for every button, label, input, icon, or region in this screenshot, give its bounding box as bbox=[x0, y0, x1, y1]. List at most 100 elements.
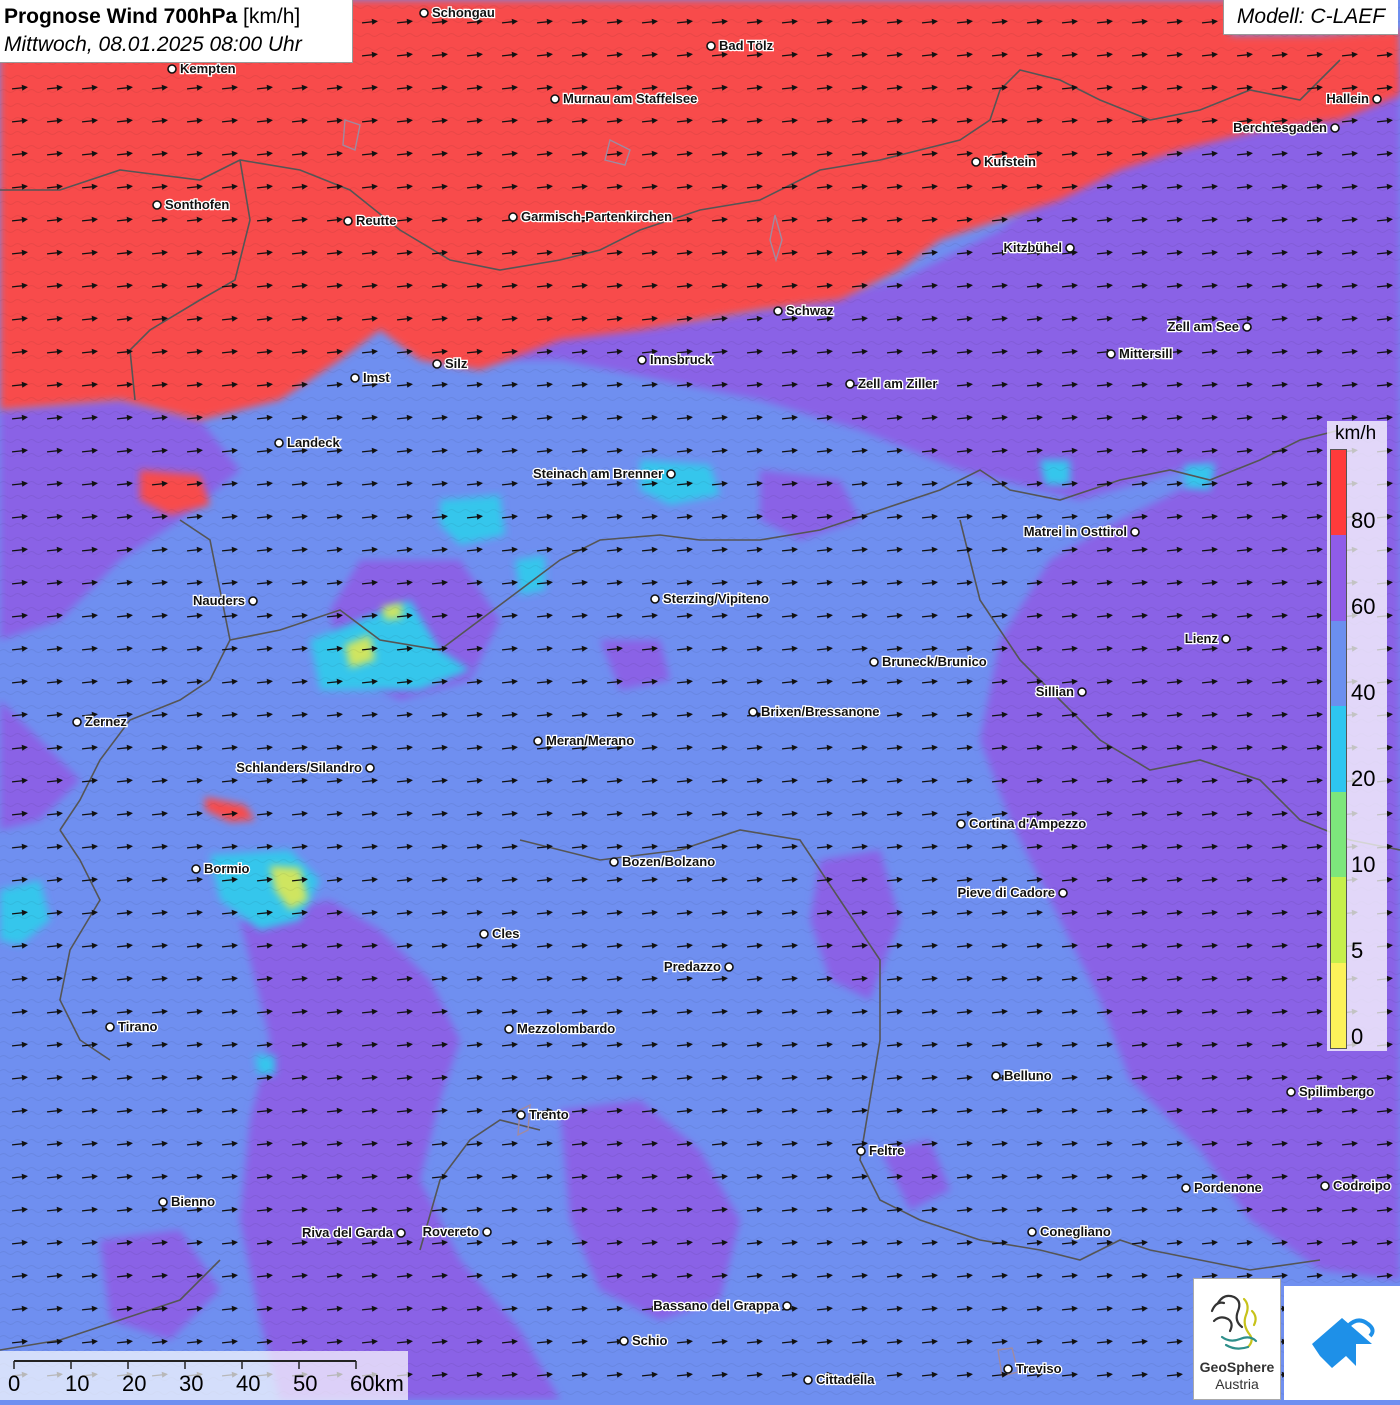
city-dot-icon bbox=[782, 1301, 792, 1311]
city-dot-icon bbox=[274, 438, 284, 448]
city-dot-icon bbox=[508, 212, 518, 222]
city-dot-icon bbox=[1065, 243, 1075, 253]
city-marker: Garmisch-Partenkirchen bbox=[508, 208, 673, 225]
city-marker: Cortina d'Ampezzo bbox=[956, 815, 1088, 832]
city-dot-icon bbox=[1320, 1181, 1330, 1191]
city-dot-icon bbox=[479, 929, 489, 939]
city-marker: Zell am Ziller bbox=[845, 375, 939, 392]
city-label: Tirano bbox=[118, 1019, 158, 1034]
city-marker: Murnau am Staffelsee bbox=[550, 90, 699, 107]
city-label: Spilimbergo bbox=[1299, 1084, 1374, 1099]
city-label: Innsbruck bbox=[650, 352, 713, 367]
city-dot-icon bbox=[396, 1228, 406, 1238]
city-marker: Riva del Garda bbox=[301, 1224, 406, 1241]
city-dot-icon bbox=[845, 379, 855, 389]
city-marker: Sonthofen bbox=[152, 196, 231, 213]
legend-swatch bbox=[1331, 706, 1346, 792]
city-label: Silz bbox=[445, 356, 468, 371]
city-label: Bruneck/Brunico bbox=[882, 654, 987, 669]
city-dot-icon bbox=[533, 736, 543, 746]
legend-tick-label: 80 bbox=[1351, 508, 1376, 533]
legend-tick-label: 20 bbox=[1351, 766, 1376, 791]
city-dot-icon bbox=[1372, 94, 1382, 104]
city-label: Meran/Merano bbox=[546, 733, 634, 748]
map-title-unit: [km/h] bbox=[237, 5, 301, 28]
city-dot-icon bbox=[419, 8, 429, 18]
legend-unit: km/h bbox=[1335, 423, 1377, 444]
city-marker: Sterzing/Vipiteno bbox=[650, 590, 770, 607]
city-label: Cles bbox=[492, 926, 519, 941]
geosphere-logo: GeoSphere Austria bbox=[1193, 1278, 1281, 1400]
city-dot-icon bbox=[248, 596, 258, 606]
city-marker: Pordenone bbox=[1181, 1179, 1263, 1196]
city-label: Mittersill bbox=[1119, 346, 1172, 361]
city-dot-icon bbox=[432, 359, 442, 369]
city-dot-icon bbox=[971, 157, 981, 167]
city-dot-icon bbox=[1130, 527, 1140, 537]
city-dot-icon bbox=[1106, 349, 1116, 359]
city-dot-icon bbox=[869, 657, 879, 667]
legend-tick-label: 60 bbox=[1351, 594, 1376, 619]
city-label: Mezzolombardo bbox=[517, 1021, 615, 1036]
city-label: Riva del Garda bbox=[302, 1225, 394, 1240]
city-label: Brixen/Bressanone bbox=[761, 704, 880, 719]
map-title: Prognose Wind 700hPa bbox=[4, 5, 238, 28]
city-marker: Brixen/Bressanone bbox=[748, 703, 881, 720]
legend-tick-label: 40 bbox=[1351, 680, 1376, 705]
city-dot-icon bbox=[1242, 322, 1252, 332]
city-label: Matrei in Osttirol bbox=[1024, 524, 1127, 539]
city-dot-icon bbox=[609, 857, 619, 867]
city-dot-icon bbox=[516, 1110, 526, 1120]
city-dot-icon bbox=[650, 594, 660, 604]
city-label: Cortina d'Ampezzo bbox=[969, 816, 1086, 831]
city-label: Rovereto bbox=[423, 1224, 479, 1239]
legend-swatch bbox=[1331, 620, 1346, 707]
city-label: Bassano del Grappa bbox=[653, 1298, 779, 1313]
legend-tick-label: 0 bbox=[1351, 1024, 1364, 1049]
city-label: Cittadella bbox=[816, 1372, 875, 1387]
city-marker: Mezzolombardo bbox=[504, 1020, 617, 1037]
city-dot-icon bbox=[619, 1336, 629, 1346]
city-dot-icon bbox=[504, 1024, 514, 1034]
city-label: Feltre bbox=[869, 1143, 904, 1158]
city-label: Schwaz bbox=[786, 303, 834, 318]
geosphere-emblem-icon bbox=[1210, 1294, 1258, 1350]
city-label: Lienz bbox=[1185, 631, 1219, 646]
city-dot-icon bbox=[482, 1227, 492, 1237]
scale-label: 30 bbox=[179, 1371, 204, 1396]
city-label: Pordenone bbox=[1194, 1180, 1262, 1195]
city-dot-icon bbox=[1330, 123, 1340, 133]
city-dot-icon bbox=[956, 819, 966, 829]
city-label: Bienno bbox=[171, 1194, 215, 1209]
scale-label: 0 bbox=[8, 1371, 21, 1396]
city-label: Kempten bbox=[180, 61, 236, 76]
city-dot-icon bbox=[803, 1375, 813, 1385]
city-dot-icon bbox=[72, 717, 82, 727]
city-dot-icon bbox=[1003, 1364, 1013, 1374]
legend-swatch bbox=[1331, 877, 1346, 963]
city-dot-icon bbox=[343, 216, 353, 226]
city-label: Schio bbox=[632, 1333, 667, 1348]
city-marker: Conegliano bbox=[1027, 1223, 1112, 1240]
scale-label: 40 bbox=[236, 1371, 261, 1396]
city-label: Treviso bbox=[1016, 1361, 1062, 1376]
city-dot-icon bbox=[1221, 634, 1231, 644]
city-dot-icon bbox=[105, 1022, 115, 1032]
city-dot-icon bbox=[637, 355, 647, 365]
city-dot-icon bbox=[1058, 888, 1068, 898]
city-label: Conegliano bbox=[1040, 1224, 1111, 1239]
city-label: Bormio bbox=[204, 861, 250, 876]
city-marker: Steinach am Brenner bbox=[532, 465, 676, 482]
city-dot-icon bbox=[706, 41, 716, 51]
wind-app-logo bbox=[1284, 1286, 1400, 1400]
city-dot-icon bbox=[167, 64, 177, 74]
scale-label: 10 bbox=[65, 1371, 90, 1396]
legend-color-bar bbox=[1330, 449, 1347, 1049]
city-label: Belluno bbox=[1004, 1068, 1052, 1083]
city-label: Bozen/Bolzano bbox=[622, 854, 715, 869]
wind-app-icon bbox=[1312, 1318, 1375, 1368]
scale-label: 20 bbox=[122, 1371, 147, 1396]
city-marker: Innsbruck bbox=[637, 351, 714, 368]
color-legend: km/h 80 60 40 20 10 5 0 bbox=[1327, 421, 1387, 1051]
city-label: Bad Tölz bbox=[719, 38, 774, 53]
